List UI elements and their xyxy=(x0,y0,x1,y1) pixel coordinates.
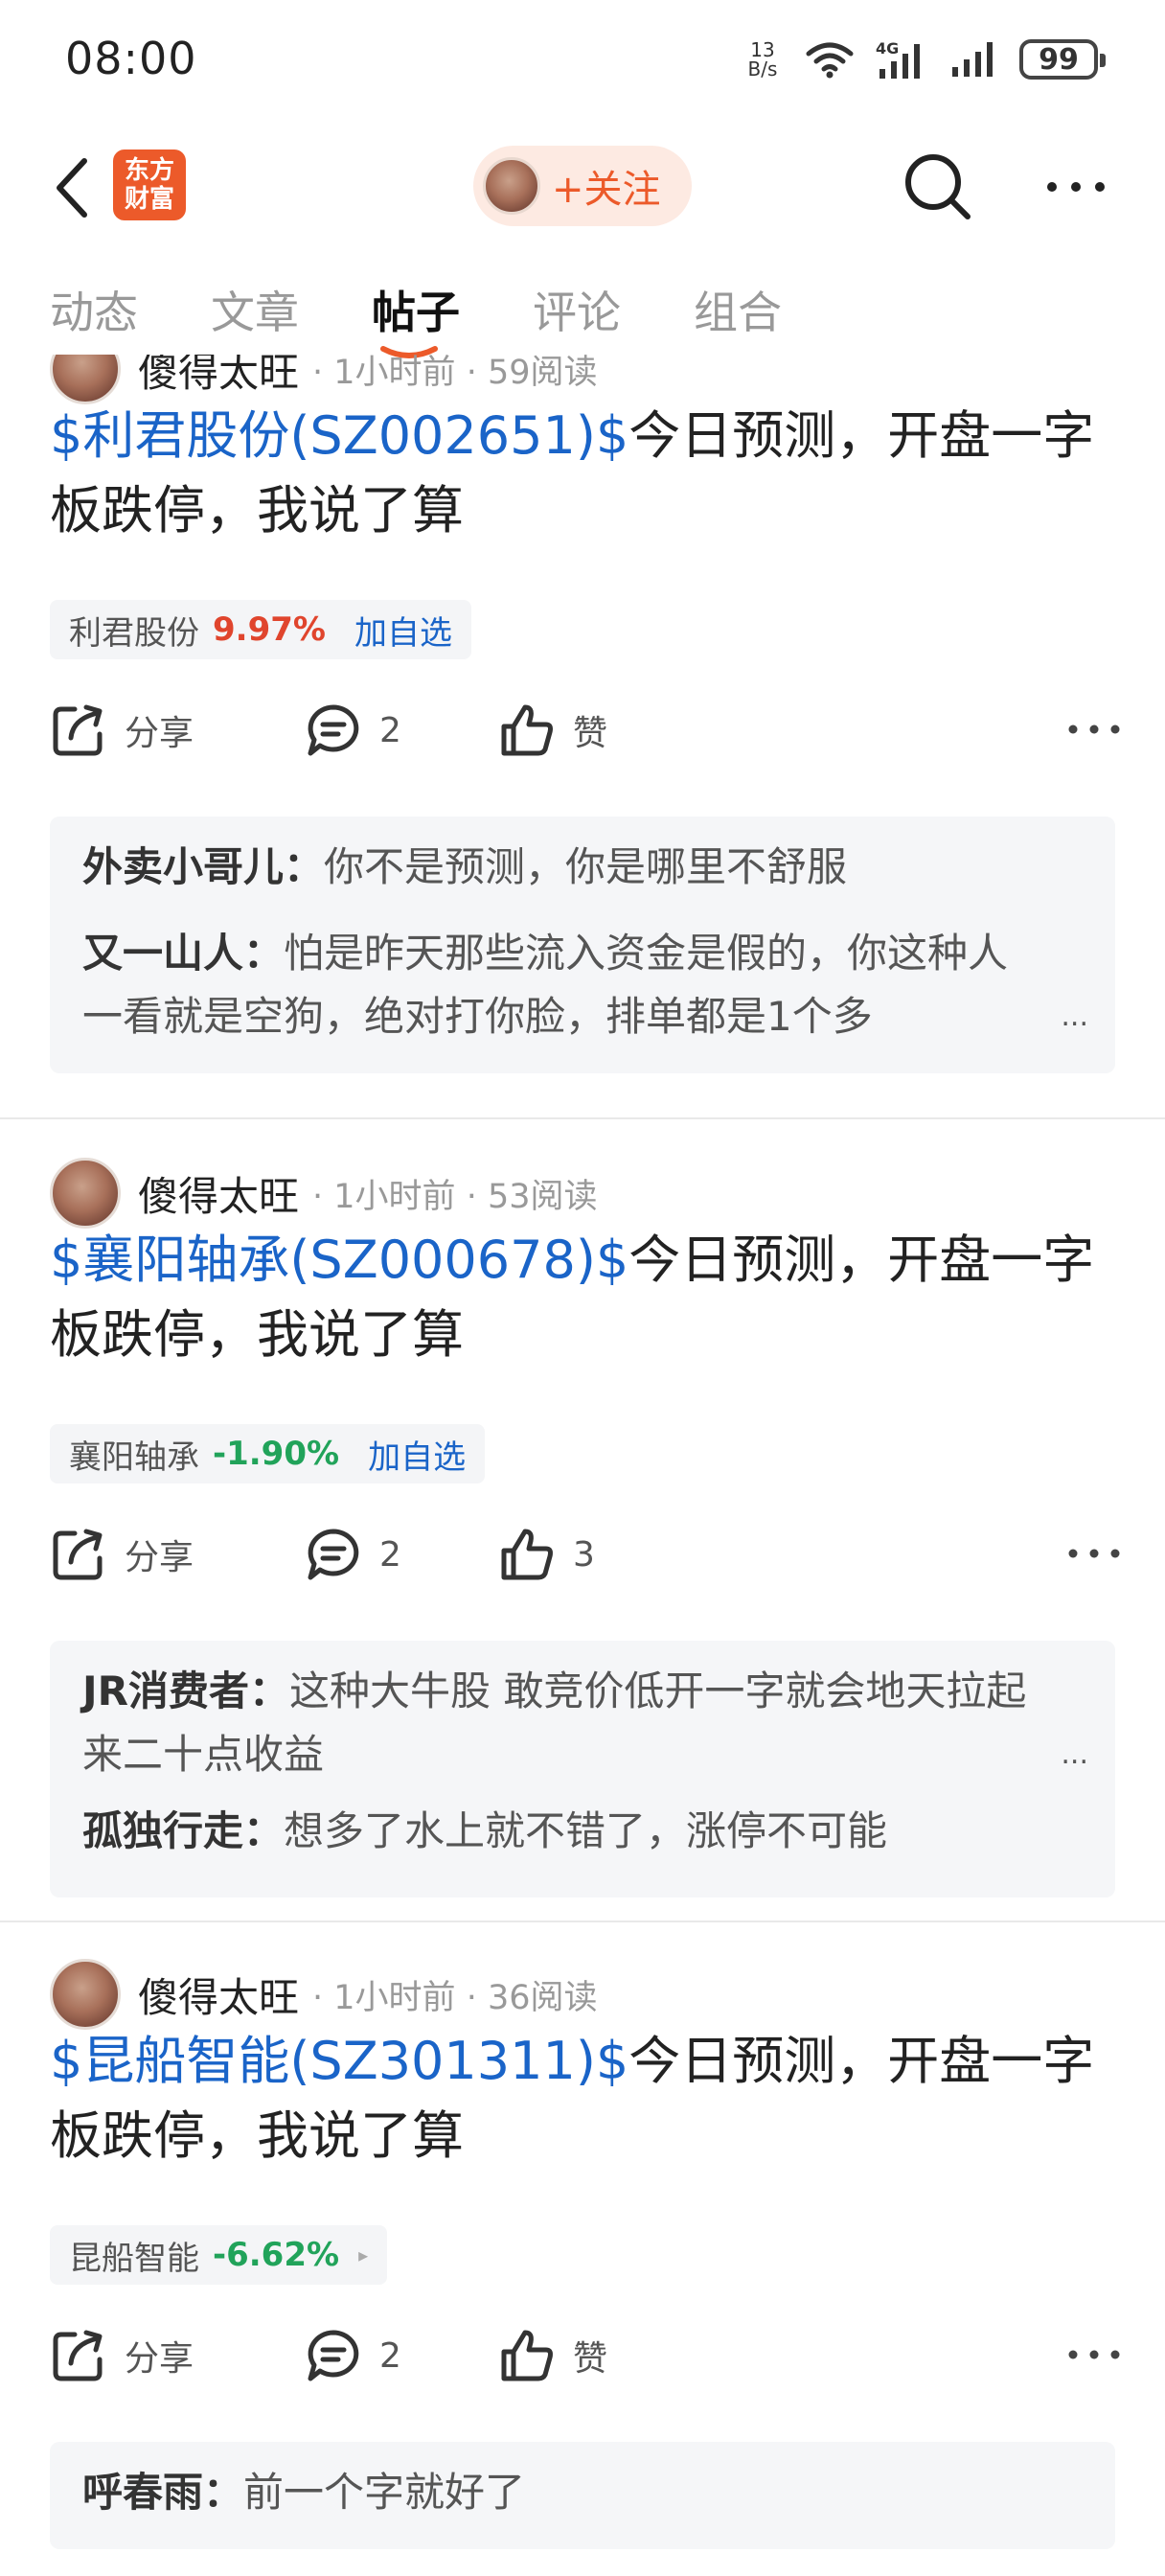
chip-arrow-icon: ▸ xyxy=(358,2243,369,2266)
stock-link[interactable]: $昆船智能(SZ301311)$ xyxy=(50,2031,628,2091)
share-icon xyxy=(53,2330,103,2381)
post-actions: 分享 2 赞 xyxy=(50,694,1123,767)
search-icon[interactable] xyxy=(902,151,973,222)
stock-chip[interactable]: 襄阳轴承 -1.90% 加自选 xyxy=(50,1424,486,1484)
follow-button[interactable]: +关注 xyxy=(473,146,692,226)
tab-articles[interactable]: 文章 xyxy=(211,278,299,355)
comment-button[interactable]: 2 xyxy=(305,2319,401,2392)
follow-label: +关注 xyxy=(552,168,661,212)
post-actions: 分享 2 赞 xyxy=(50,2319,1123,2392)
post-more-icon[interactable] xyxy=(1065,2340,1123,2369)
stock-link[interactable]: $利君股份(SZ002651)$ xyxy=(50,405,628,466)
chip-change: -1.90% xyxy=(213,1435,340,1473)
comment-ellipsis: ... xyxy=(1061,1737,1088,1771)
comment-author[interactable]: 孤独行走： xyxy=(82,1807,284,1854)
post-title[interactable]: $利君股份(SZ002651)$今日预测，开盘一字板跌停，我说了算 xyxy=(50,399,1123,548)
status-bar: 08:00 13 B/s 4G 99 xyxy=(0,0,1165,121)
like-button[interactable]: 赞 xyxy=(498,694,607,767)
stock-chip[interactable]: 昆船智能 -6.62% ▸ xyxy=(50,2225,388,2285)
post-card[interactable]: 傻得太旺 · 1小时前 · 36阅读 $昆船智能(SZ301311)$今日预测，… xyxy=(0,1922,1165,2576)
comment-icon xyxy=(308,2330,359,2381)
comment-button[interactable]: 2 xyxy=(305,694,401,767)
post-title[interactable]: $昆船智能(SZ301311)$今日预测，开盘一字板跌停，我说了算 xyxy=(50,2024,1123,2174)
thumbs-up-icon xyxy=(501,1529,553,1580)
comment-item: 呼春雨：前一个字就好了 xyxy=(82,2469,526,2516)
post-card[interactable]: 傻得太旺 · 1小时前 · 53阅读 $襄阳轴承(SZ000678)$今日预测，… xyxy=(0,1119,1165,1920)
post-meta: · 1小时前 · 59阅读 xyxy=(312,355,598,392)
wifi-icon xyxy=(806,42,854,79)
comment-preview[interactable]: 呼春雨：前一个字就好了 xyxy=(50,2442,1115,2549)
post-meta: · 1小时前 · 53阅读 xyxy=(312,1177,598,1216)
chip-change: 9.97% xyxy=(213,610,326,649)
chip-stock-name: 襄阳轴承 xyxy=(69,1438,199,1477)
like-button[interactable]: 3 xyxy=(498,1518,595,1591)
thumbs-up-icon xyxy=(501,2330,553,2381)
avatar[interactable] xyxy=(50,355,121,404)
stock-chip[interactable]: 利君股份 9.97% 加自选 xyxy=(50,600,471,659)
tab-activity[interactable]: 动态 xyxy=(50,278,138,355)
comment-ellipsis: ... xyxy=(1061,1000,1088,1033)
avatar[interactable] xyxy=(50,1158,121,1229)
like-button[interactable]: 赞 xyxy=(498,2319,607,2392)
app-logo: 东方 财富 xyxy=(113,150,186,220)
post-author-row: 傻得太旺 · 1小时前 · 36阅读 xyxy=(50,1959,598,2030)
network-speed: 13 B/s xyxy=(747,38,778,80)
add-watchlist-button[interactable]: 加自选 xyxy=(368,1431,466,1478)
tab-portfolios[interactable]: 组合 xyxy=(694,278,782,355)
comment-item: 孤独行走：想多了水上就不错了，涨停不可能 xyxy=(82,1807,888,1854)
add-watchlist-button[interactable]: 加自选 xyxy=(354,607,452,654)
chip-stock-name: 利君股份 xyxy=(69,613,199,653)
share-button[interactable]: 分享 xyxy=(50,2319,194,2392)
comment-preview[interactable]: JR消费者：这种大牛股 敢竞价低开一字就会地天拉起来二十点收益 ... 孤独行走… xyxy=(50,1641,1115,1898)
comment-author[interactable]: 呼春雨： xyxy=(82,2469,243,2516)
comment-author[interactable]: JR消费者： xyxy=(82,1668,289,1714)
svg-text:4G: 4G xyxy=(876,39,899,58)
comment-preview[interactable]: 外卖小哥儿：你不是预测，你是哪里不舒服 又一山人：怕是昨天那些流入资金是假的，你… xyxy=(50,816,1115,1073)
post-actions: 分享 2 3 xyxy=(50,1518,1123,1591)
post-title[interactable]: $襄阳轴承(SZ000678)$今日预测，开盘一字板跌停，我说了算 xyxy=(50,1223,1123,1372)
comment-author[interactable]: 外卖小哥儿： xyxy=(82,843,324,890)
battery-icon: 99 xyxy=(1019,39,1106,80)
chip-change: -6.62% xyxy=(213,2236,340,2274)
status-time: 08:00 xyxy=(65,33,197,84)
comment-author[interactable]: 又一山人： xyxy=(82,930,284,977)
post-more-icon[interactable] xyxy=(1065,1539,1123,1568)
cellular-4g-icon: 4G xyxy=(876,39,920,79)
avatar xyxy=(483,157,540,215)
back-arrow-icon[interactable] xyxy=(46,153,103,222)
post-card[interactable]: 傻得太旺 · 1小时前 · 59阅读 $利君股份(SZ002651)$今日预测，… xyxy=(0,355,1165,1096)
post-author-row: 傻得太旺 · 1小时前 · 59阅读 xyxy=(50,355,598,404)
share-icon xyxy=(53,704,103,756)
comment-item: JR消费者：这种大牛股 敢竞价低开一字就会地天拉起来二十点收益 ... xyxy=(82,1660,1088,1786)
tab-comments[interactable]: 评论 xyxy=(533,278,621,355)
header: 东方 财富 +关注 xyxy=(0,134,1165,240)
share-button[interactable]: 分享 xyxy=(50,694,194,767)
tab-posts[interactable]: 帖子 xyxy=(372,278,460,358)
author-name[interactable]: 傻得太旺 xyxy=(138,1966,299,2024)
post-meta: · 1小时前 · 36阅读 xyxy=(312,1978,598,2017)
stock-link[interactable]: $襄阳轴承(SZ000678)$ xyxy=(50,1230,628,1290)
cellular-signal-icon xyxy=(952,42,993,77)
comment-item: 又一山人：怕是昨天那些流入资金是假的，你这种人一看就是空狗，绝对打你脸，排单都是… xyxy=(82,922,1088,1048)
post-feed: 傻得太旺 · 1小时前 · 59阅读 $利君股份(SZ002651)$今日预测，… xyxy=(0,355,1165,2576)
chip-stock-name: 昆船智能 xyxy=(69,2239,199,2278)
comment-icon xyxy=(308,1529,359,1580)
share-icon xyxy=(53,1529,103,1580)
tab-bar: 动态 文章 帖子 评论 组合 xyxy=(0,278,1165,358)
more-options-icon[interactable] xyxy=(1044,163,1108,211)
author-name[interactable]: 傻得太旺 xyxy=(138,1164,299,1223)
comment-item: 外卖小哥儿：你不是预测，你是哪里不舒服 xyxy=(82,843,848,890)
author-name[interactable]: 傻得太旺 xyxy=(138,355,299,399)
post-more-icon[interactable] xyxy=(1065,715,1123,744)
share-button[interactable]: 分享 xyxy=(50,1518,194,1591)
status-icons: 13 B/s 4G 99 xyxy=(742,34,1106,84)
post-author-row: 傻得太旺 · 1小时前 · 53阅读 xyxy=(50,1158,598,1229)
avatar[interactable] xyxy=(50,1959,121,2030)
comment-icon xyxy=(308,704,359,756)
comment-button[interactable]: 2 xyxy=(305,1518,401,1591)
thumbs-up-icon xyxy=(501,704,553,756)
